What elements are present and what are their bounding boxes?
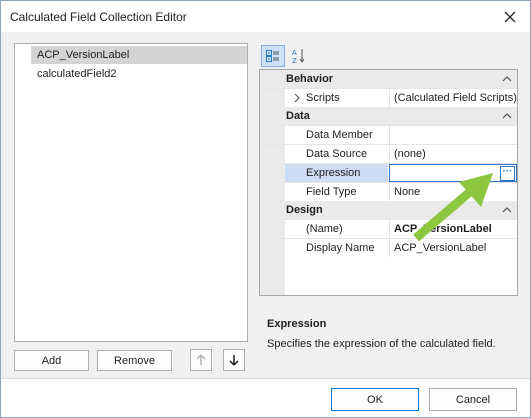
collection-editor-dialog: Calculated Field Collection Editor ACP_V… [0,0,531,418]
property-value[interactable]: (none) [389,145,517,163]
property-value[interactable]: ACP_VersionLabel [389,239,517,257]
property-name: Expression [285,164,388,182]
property-row-expression[interactable]: Expression ··· [260,163,517,182]
svg-text:A: A [292,49,297,57]
ellipsis-button[interactable]: ··· [500,166,515,181]
categorized-icon [266,50,279,62]
property-name: Data Member [306,129,373,141]
alphabetical-icon: A Z [292,49,305,64]
property-name: Display Name [306,242,375,254]
list-gutter [15,44,31,341]
list-item-label: calculatedField2 [37,68,117,80]
svg-text:Z: Z [292,57,297,64]
move-up-button[interactable] [190,349,212,371]
property-value[interactable] [389,126,517,144]
category-label: Design [286,204,323,216]
arrow-down-icon [229,355,239,366]
footer: OK Cancel [1,379,530,417]
category-label: Behavior [286,73,334,85]
list-item-label: ACP_VersionLabel [37,49,130,61]
title-bar: Calculated Field Collection Editor [1,1,530,32]
property-row-display-name[interactable]: Display Name ACP_VersionLabel [260,238,517,257]
property-value[interactable]: None [389,183,517,201]
description-text: Specifies the expression of the calculat… [267,338,496,350]
property-row-name[interactable]: (Name) ACP_VersionLabel [260,219,517,238]
close-icon [504,11,516,22]
property-name: Scripts [306,92,340,104]
list-item[interactable]: ACP_VersionLabel [31,46,247,64]
property-grid: Behavior Scripts (Calculated Field Scrip… [259,69,518,296]
remove-button[interactable]: Remove [97,350,172,371]
property-row-data-source[interactable]: Data Source (none) [260,144,517,163]
alphabetical-view-button[interactable]: A Z [288,45,310,67]
property-name: Field Type [306,186,357,198]
category-data[interactable]: Data [260,107,517,125]
chevron-up-icon[interactable] [501,204,513,216]
cancel-button[interactable]: Cancel [429,388,517,411]
category-design[interactable]: Design [260,201,517,219]
chevron-up-icon[interactable] [501,73,513,85]
property-name: (Name) [306,223,343,235]
categorized-view-button[interactable] [261,45,285,67]
property-row-data-member[interactable]: Data Member [260,125,517,144]
category-behavior[interactable]: Behavior [260,70,517,88]
property-value[interactable]: (Calculated Field Scripts) [389,89,517,107]
ok-button[interactable]: OK [331,388,419,411]
field-list[interactable]: ACP_VersionLabel calculatedField2 [14,43,248,342]
expression-value-input[interactable]: ··· [389,164,517,182]
chevron-up-icon[interactable] [501,110,513,122]
list-item[interactable]: calculatedField2 [31,65,117,83]
description-title: Expression [267,318,327,330]
property-row-field-type[interactable]: Field Type None [260,182,517,201]
add-button[interactable]: Add [14,350,89,371]
category-label: Data [286,110,310,122]
arrow-up-icon [196,354,206,365]
property-row-scripts[interactable]: Scripts (Calculated Field Scripts) [260,88,517,107]
move-down-button[interactable] [223,349,245,371]
close-button[interactable] [490,1,530,32]
property-value[interactable]: ACP_VersionLabel [389,220,517,238]
window-title: Calculated Field Collection Editor [10,10,187,24]
property-name: Data Source [306,148,368,160]
